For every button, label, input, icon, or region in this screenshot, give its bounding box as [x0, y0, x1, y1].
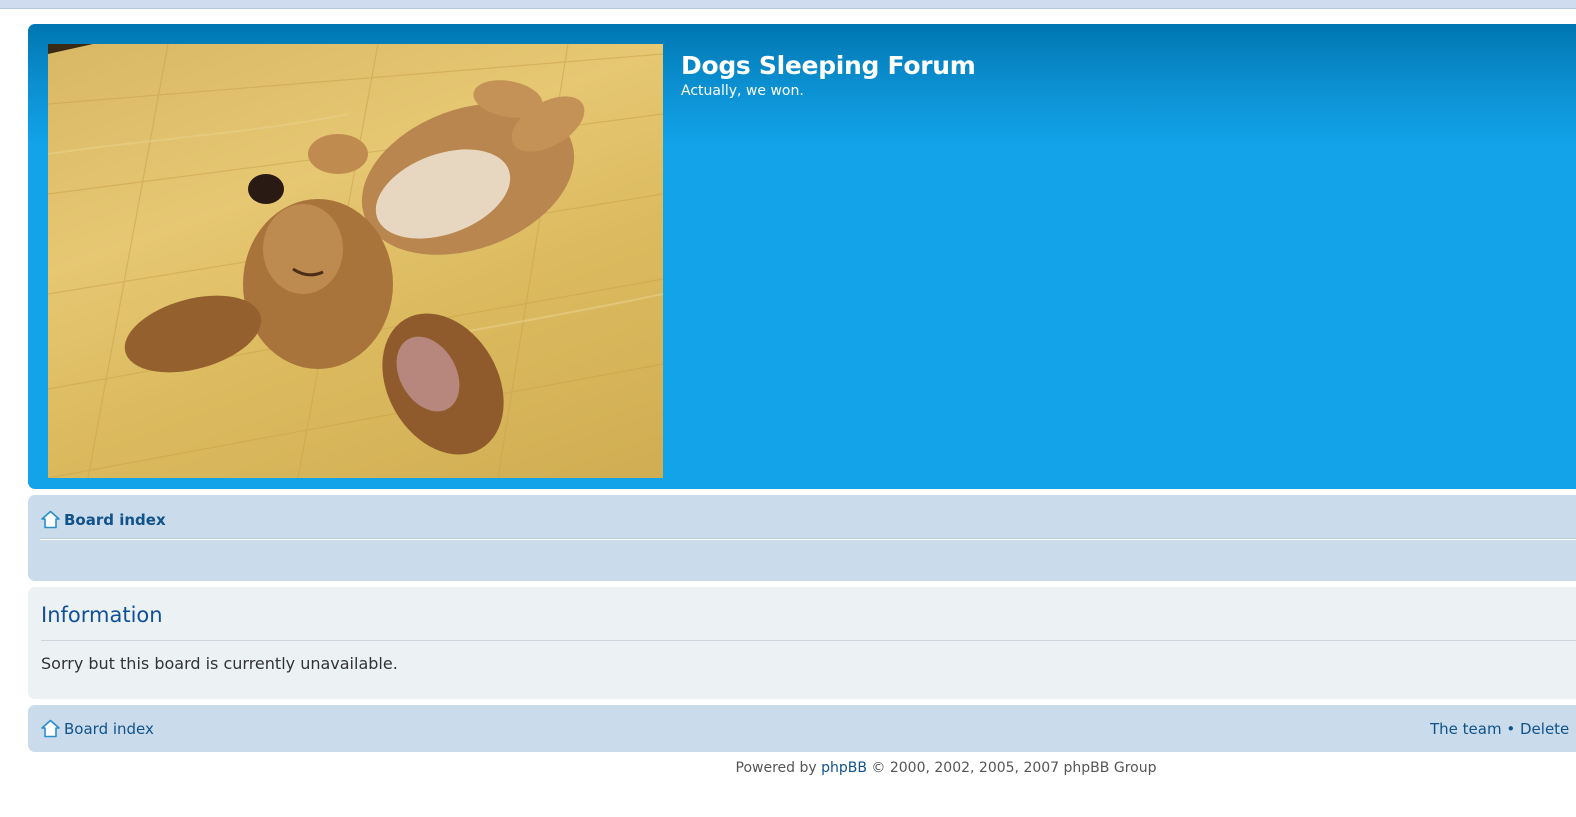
- breadcrumb-board-index[interactable]: Board index: [64, 511, 166, 529]
- delete-cookies-link[interactable]: Delete: [1520, 720, 1569, 738]
- sleeping-puppy-photo: [48, 44, 663, 478]
- footer-links: The team • Delete: [1430, 720, 1576, 738]
- site-description: Actually, we won.: [681, 83, 804, 99]
- information-panel: Information Sorry but this board is curr…: [28, 587, 1576, 699]
- phpbb-link[interactable]: phpBB: [821, 760, 867, 776]
- site-logo[interactable]: [48, 44, 663, 478]
- link-separator: •: [1506, 720, 1520, 738]
- home-icon: [41, 510, 60, 529]
- browser-top-strip: [0, 0, 1576, 9]
- footer-navbar: Board index The team • Delete: [28, 705, 1576, 752]
- copyright-suffix: © 2000, 2002, 2005, 2007 phpBB Group: [866, 760, 1157, 776]
- copyright-prefix: Powered by: [735, 760, 822, 776]
- home-icon: [41, 719, 60, 738]
- navbar: Board index: [28, 495, 1576, 581]
- page-wrap: Dogs Sleeping Forum Actually, we won. Bo…: [28, 24, 1576, 752]
- site-title[interactable]: Dogs Sleeping Forum: [681, 51, 976, 80]
- panel-heading: Information: [41, 603, 163, 627]
- unavailable-message: Sorry but this board is currently unavai…: [41, 654, 398, 673]
- footer-breadcrumb: Board index: [40, 719, 154, 738]
- site-header: Dogs Sleeping Forum Actually, we won.: [28, 24, 1576, 489]
- footer-board-index-link[interactable]: Board index: [64, 720, 154, 738]
- navbar-divider: [40, 538, 1576, 540]
- team-link[interactable]: The team: [1430, 720, 1502, 738]
- copyright: Powered by phpBB © 2000, 2002, 2005, 200…: [0, 760, 1576, 776]
- breadcrumb: Board index: [40, 510, 166, 529]
- panel-divider: [41, 640, 1576, 641]
